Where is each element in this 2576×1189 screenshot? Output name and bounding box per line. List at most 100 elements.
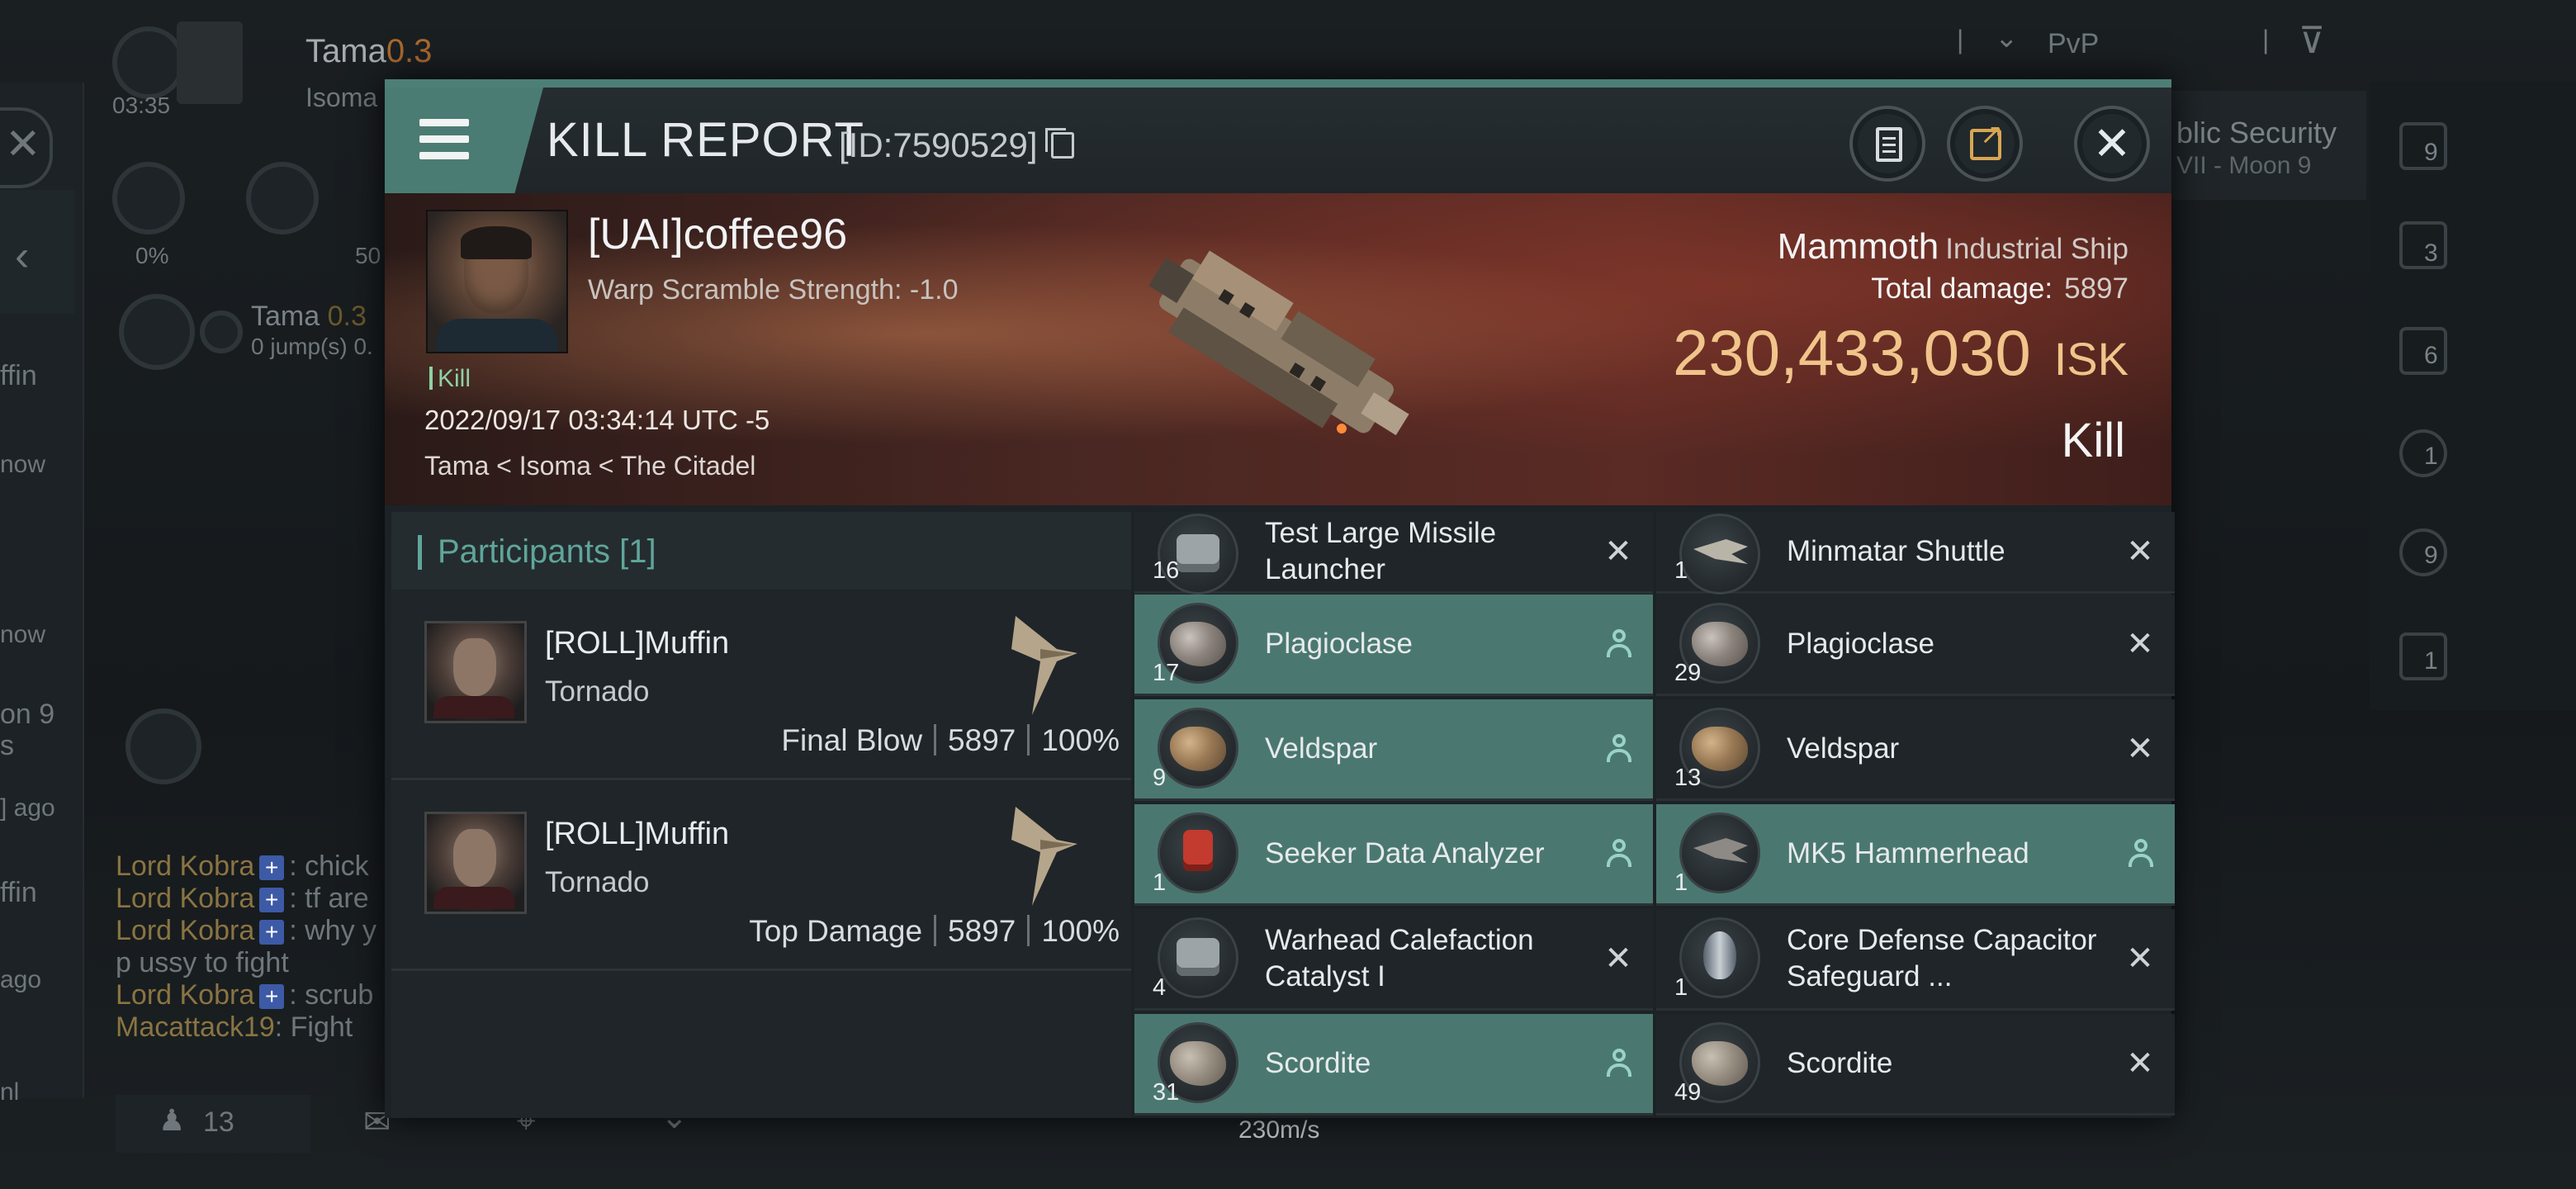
overview-icon-3[interactable]	[2399, 327, 2447, 375]
participants-header: Participants [1]	[391, 512, 1131, 590]
item-quantity: 29	[1674, 660, 1702, 686]
menu-button[interactable]	[385, 88, 543, 193]
clipboard-icon	[1876, 127, 1902, 162]
item-quantity: 1	[1674, 869, 1688, 896]
chevron-down-icon[interactable]: ⌄	[1995, 21, 2019, 54]
copy-icon[interactable]	[1045, 128, 1074, 159]
overview-count-5: 9	[2424, 542, 2438, 569]
clipboard-button[interactable]	[1849, 106, 1925, 182]
overview-count-3: 6	[2424, 342, 2438, 369]
item-row[interactable]: 1 Seeker Data Analyzer	[1134, 804, 1653, 906]
overview-count-1: 9	[2424, 139, 2438, 166]
item-row[interactable]: 1 Minmatar Shuttle ✕	[1656, 512, 2175, 594]
kill-badge: Kill	[429, 365, 471, 393]
filter-divider: |	[2262, 25, 2270, 54]
item-quantity: 16	[1153, 557, 1180, 584]
item-row[interactable]: 16 Test Large Missile Launcher ✕	[1134, 512, 1653, 594]
kill-report-panel: KILL REPORT [ID:7590529] ↗ ✕ [UAI]coffee…	[385, 79, 2175, 1118]
members-count: 13	[203, 1106, 234, 1138]
nav-jumps: 0 jump(s) 0.	[251, 334, 373, 359]
overview-icon-5[interactable]	[2399, 528, 2447, 576]
item-quantity: 4	[1153, 974, 1167, 1001]
filter-icon[interactable]: ⊽	[2299, 20, 2325, 62]
player-avatar[interactable]	[177, 21, 243, 104]
item-quantity: 17	[1153, 660, 1180, 686]
item-row[interactable]: 31 Scordite	[1134, 1014, 1653, 1116]
participant-percent: 100%	[1041, 723, 1120, 757]
overview-icon-1[interactable]	[2399, 122, 2447, 170]
item-row[interactable]: 49 Scordite ✕	[1656, 1014, 2175, 1116]
participant-label: Top Damage	[749, 914, 923, 948]
total-damage: Total damage: 5897	[1871, 272, 2129, 305]
item-quantity: 31	[1153, 1079, 1180, 1106]
left-panel-tab[interactable]	[0, 190, 74, 314]
victim-ship[interactable]: Mammoth Industrial Ship	[1778, 226, 2129, 268]
item-row[interactable]: 1 MK5 Hammerhead	[1656, 804, 2175, 906]
participant-ship-image	[1011, 807, 1077, 906]
destroyed-icon: ✕	[1604, 533, 1632, 570]
dropped-person-icon	[2127, 839, 2155, 869]
overview-icon-2[interactable]	[2399, 221, 2447, 269]
left-label-5: ] ago	[0, 794, 55, 822]
participant-row[interactable]: [ROLL]Muffin Tornado Final Blow 5897 100%	[391, 590, 1131, 780]
navigation-icon[interactable]	[119, 294, 195, 370]
item-name: Veldspar	[1787, 732, 1900, 765]
item-row[interactable]: 4 Warhead Calefaction Catalyst I ✕	[1134, 909, 1653, 1011]
participant-ship-image	[1011, 616, 1077, 715]
item-icon	[1679, 917, 1760, 998]
destroyed-icon: ✕	[2126, 940, 2154, 977]
isk-value: 230,433,030 ISK	[1672, 316, 2129, 389]
location-fragment: VII - Moon 9	[2176, 152, 2312, 179]
share-arrow-icon: ↗	[1980, 119, 2004, 150]
route-icon[interactable]	[200, 310, 243, 353]
participant-ship: Tornado	[545, 866, 650, 898]
autopilot-hud-icon[interactable]	[246, 162, 319, 234]
participant-damage: 5897	[948, 914, 1016, 948]
chat-log: Lord Kobra +: chick Lord Kobra +: tf are L…	[116, 850, 376, 1044]
share-button[interactable]: ↗	[1947, 106, 2023, 182]
victim-name[interactable]: [UAI]coffee96	[588, 210, 847, 259]
victim-portrait[interactable]	[426, 210, 568, 353]
target-hud-icon[interactable]	[125, 708, 201, 784]
item-quantity: 13	[1674, 765, 1702, 791]
participant-stats: Final Blow 5897 100%	[781, 723, 1120, 758]
item-row[interactable]: 29 Plagioclase ✕	[1656, 594, 2175, 696]
close-button[interactable]: ✕	[2074, 106, 2150, 182]
item-quantity: 49	[1674, 1079, 1702, 1106]
item-name: Warhead Calefaction Catalyst I	[1265, 924, 1534, 992]
cargo-hud-icon[interactable]	[112, 162, 185, 234]
participant-damage: 5897	[948, 723, 1016, 757]
participant-portrait[interactable]	[424, 812, 527, 914]
item-row[interactable]: 9 Veldspar	[1134, 699, 1653, 801]
item-icon	[1158, 812, 1238, 893]
participant-row[interactable]: [ROLL]Muffin Tornado Top Damage 5897 100%	[391, 780, 1131, 971]
page-title: KILL REPORT	[547, 113, 864, 167]
left-label-1: now	[0, 451, 46, 478]
dropped-person-icon	[1605, 629, 1633, 659]
item-row[interactable]: 1 Core Defense Capacitor Safeguard ... ✕	[1656, 909, 2175, 1011]
item-row[interactable]: 13 Veldspar ✕	[1656, 699, 2175, 801]
item-name: Plagioclase	[1265, 628, 1413, 660]
player-time: 03:35	[112, 92, 171, 118]
item-row[interactable]: 17 Plagioclase	[1134, 594, 1653, 696]
kill-datetime: 2022/09/17 03:34:14 UTC -5	[424, 405, 770, 435]
item-quantity: 1	[1674, 557, 1688, 584]
chat-line: Macattack19: Fight	[116, 1011, 353, 1043]
chevron-left-icon[interactable]: ‹	[15, 231, 29, 281]
participant-name: [ROLL]Muffin	[545, 817, 730, 851]
ship-name: Mammoth	[1777, 226, 1939, 267]
overview-icon-6[interactable]	[2399, 632, 2447, 680]
player-name-row: Tama0.3	[305, 33, 432, 70]
percent-left: 0%	[135, 243, 169, 268]
item-name: Veldspar	[1265, 732, 1378, 765]
overview-icon-4[interactable]	[2399, 429, 2447, 477]
kill-location[interactable]: Tama < Isoma < The Citadel	[424, 451, 755, 481]
participant-portrait[interactable]	[424, 621, 527, 723]
dropped-person-icon	[1605, 734, 1633, 764]
nav-target-sec: 0.3	[327, 301, 367, 332]
item-name: Plagioclase	[1787, 628, 1934, 660]
participant-ship: Tornado	[545, 675, 650, 708]
destroyed-icon: ✕	[2126, 731, 2154, 767]
pvp-filter-label[interactable]: PvP	[2048, 28, 2099, 60]
dropped-person-icon	[1605, 839, 1633, 869]
